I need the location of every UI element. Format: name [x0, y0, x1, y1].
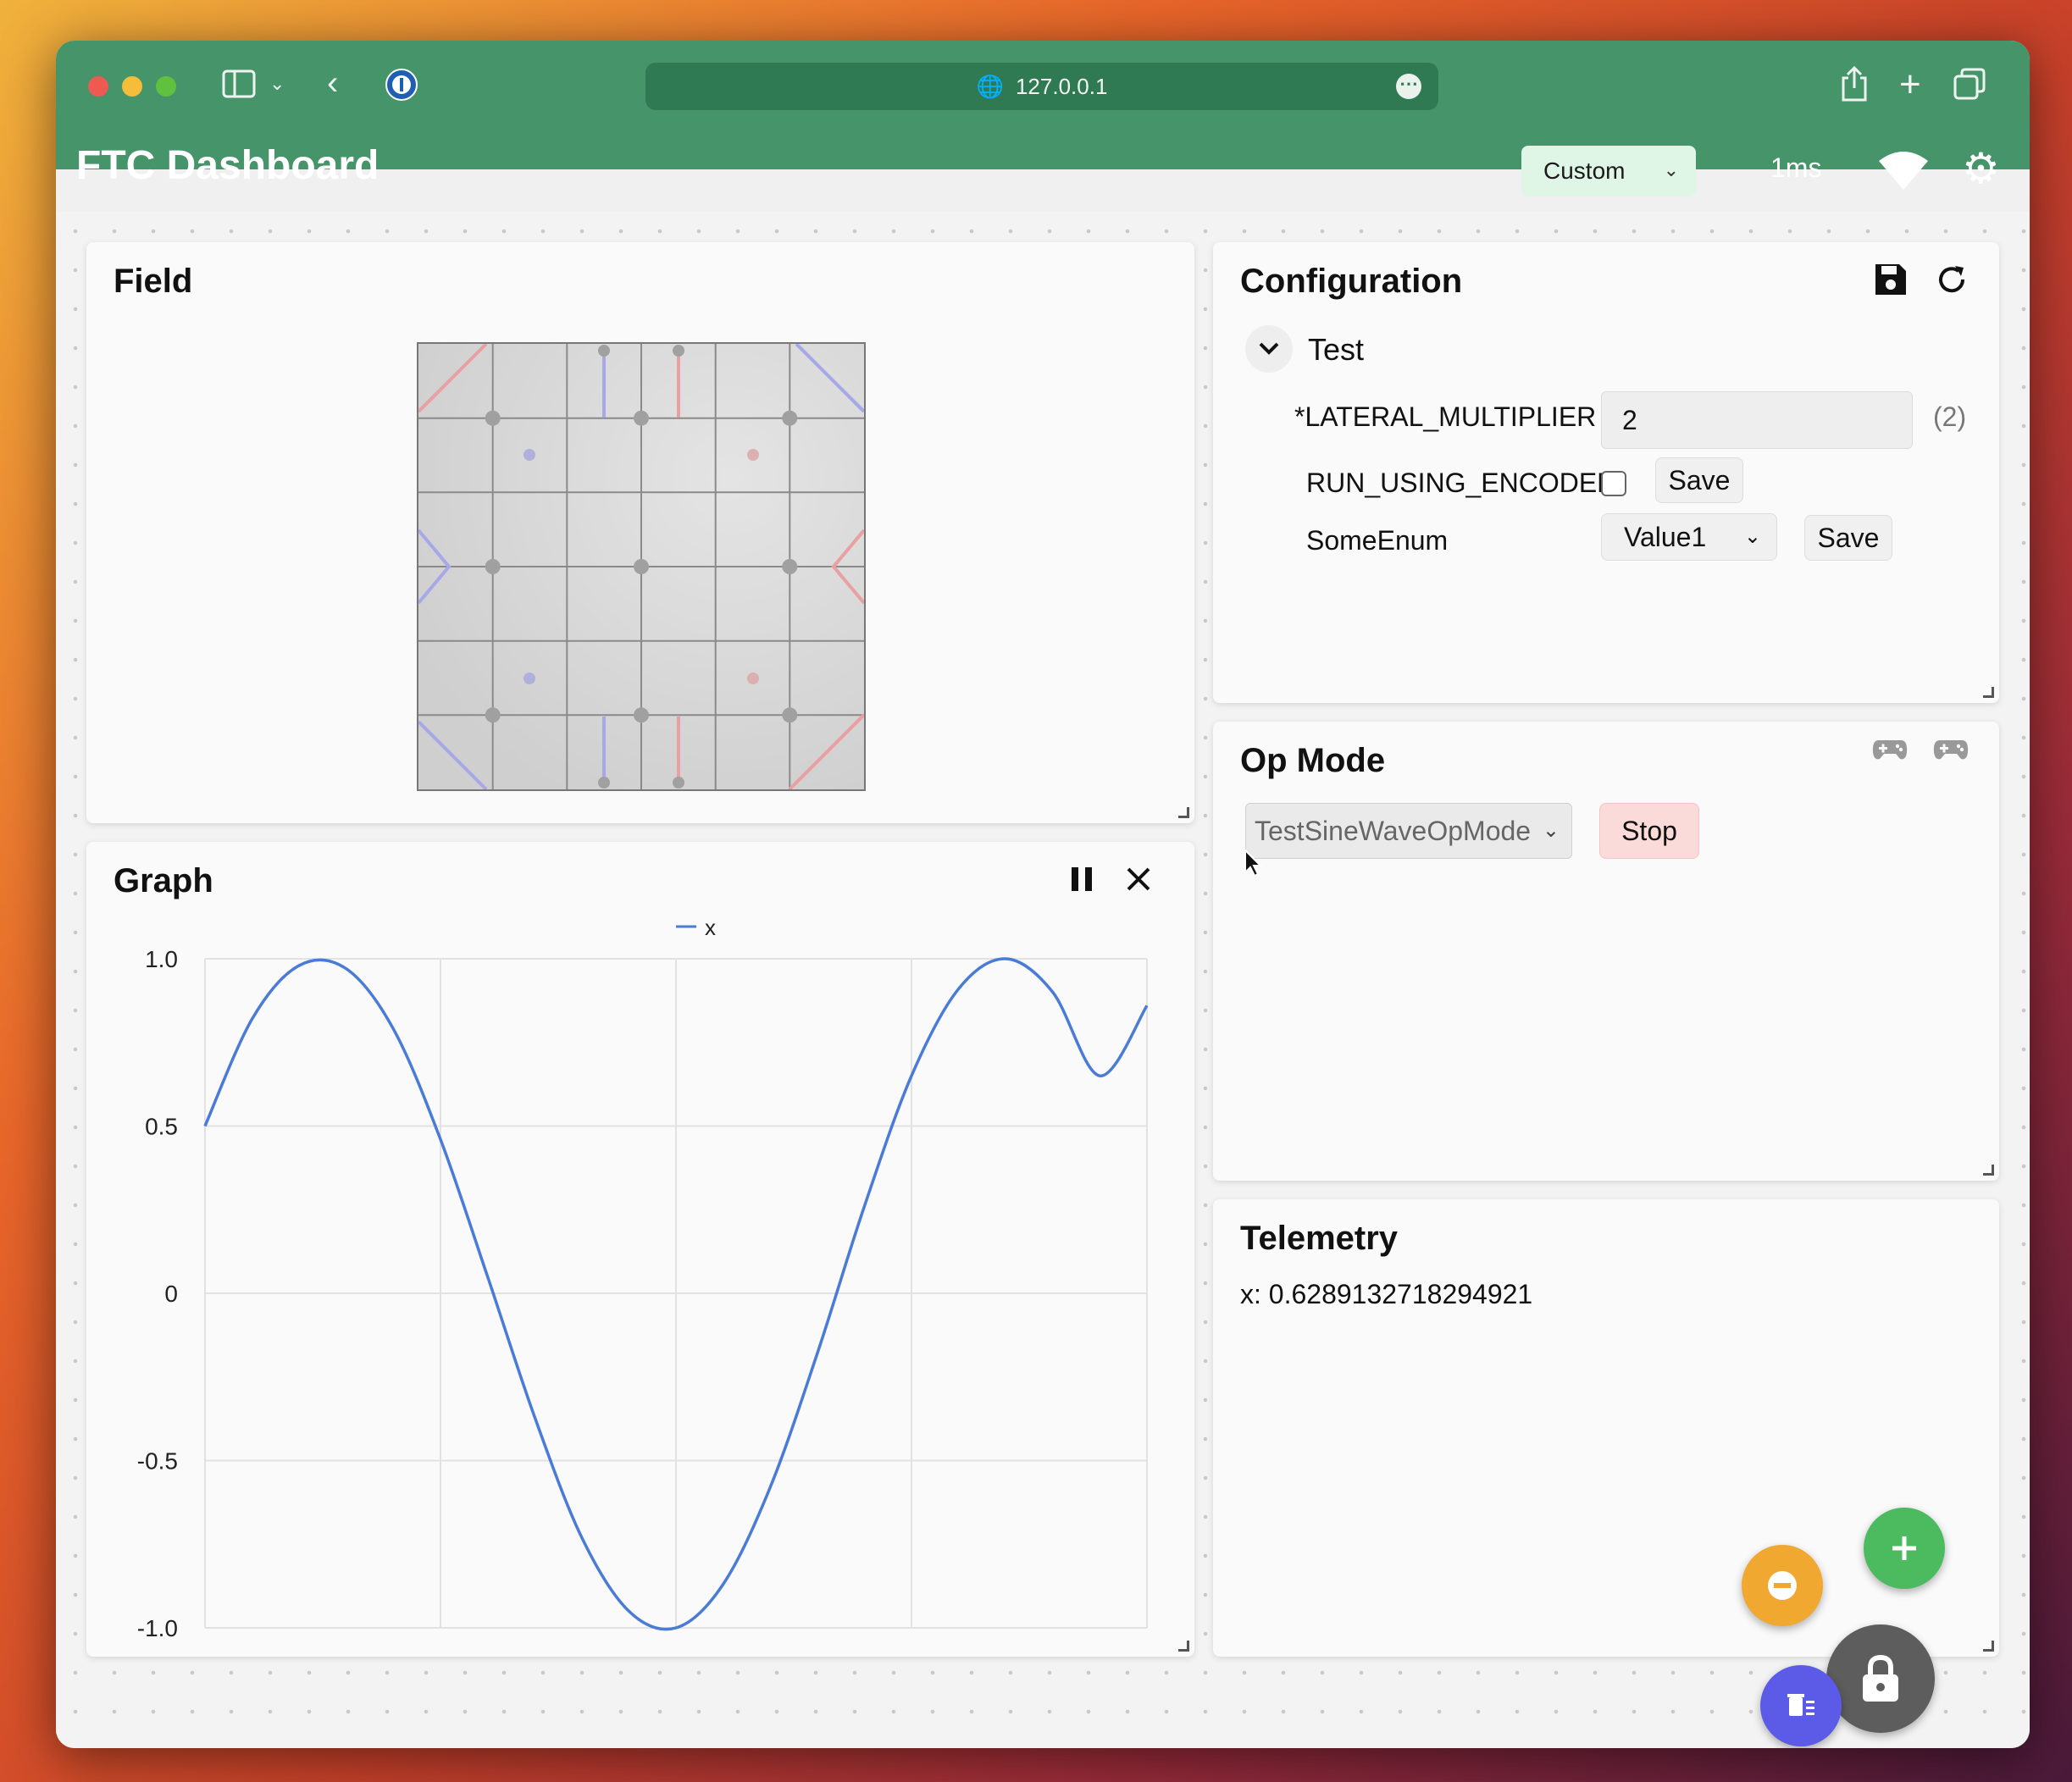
telemetry-panel-title: Telemetry [1240, 1220, 1399, 1257]
y-tick-label: -0.5 [137, 1448, 178, 1475]
y-tick-label: -1.0 [137, 1615, 178, 1641]
lateral-multiplier-current: (2) [1933, 401, 1967, 432]
lateral-multiplier-label: *LATERAL_MULTIPLIER [1294, 401, 1597, 432]
chevron-down-icon [1259, 342, 1279, 355]
chevron-down-icon: ⌄ [1542, 819, 1560, 842]
sidebar-toggle-icon[interactable] [222, 69, 256, 103]
configuration-panel-title: Configuration [1240, 263, 1463, 300]
run-using-encoder-label: RUN_USING_ENCODER [1306, 468, 1617, 498]
mouse-cursor-icon [1244, 848, 1263, 881]
field-panel-title: Field [114, 263, 193, 300]
browser-window: ⌄ ‹ 🌐 127.0.0.1 ⋯ + FTC Dashboard Custom… [56, 41, 2030, 1748]
field-map [417, 342, 866, 791]
remove-panel-button[interactable] [1742, 1545, 1823, 1626]
sine-line-chart: 1.0 0.5 0 -0.5 -1.0 x [137, 915, 1149, 1641]
url-text: 127.0.0.1 [1015, 73, 1108, 99]
graph-panel: Graph 1.0 0.5 0 -0.5 -1.0 x [86, 842, 1194, 1657]
resize-handle[interactable] [1983, 1165, 1994, 1176]
plus-icon [1892, 1536, 1916, 1560]
layout-select-value: Custom [1543, 158, 1626, 184]
gamepad-icon [1933, 737, 1969, 766]
field-panel: Field [86, 242, 1194, 823]
share-icon[interactable] [1840, 65, 1869, 107]
lock-layout-button[interactable] [1826, 1624, 1935, 1733]
gear-icon[interactable]: ⚙ [1962, 147, 2000, 190]
lateral-multiplier-input[interactable]: 2 [1601, 391, 1913, 449]
chevron-down-icon[interactable]: ⌄ [269, 75, 285, 93]
opmode-select[interactable]: TestSineWaveOpMode ⌄ [1245, 803, 1572, 859]
y-tick-label: 0 [164, 1281, 178, 1307]
opmode-panel-title: Op Mode [1240, 742, 1386, 779]
zoom-window-button[interactable] [156, 76, 176, 97]
title-bar: ⌄ ‹ 🌐 127.0.0.1 ⋯ + [56, 41, 2030, 129]
config-group-label: Test [1308, 332, 1365, 367]
encoder-save-button[interactable]: Save [1655, 457, 1743, 503]
chevron-down-icon: ⌄ [1743, 525, 1761, 548]
stop-button[interactable]: Stop [1599, 803, 1699, 859]
clear-all-icon [1787, 1694, 1814, 1716]
opmode-select-value: TestSineWaveOpMode [1255, 816, 1532, 846]
some-enum-select[interactable]: Value1 ⌄ [1601, 513, 1777, 561]
latency-readout: 1ms [1770, 152, 1822, 183]
telemetry-line: x: 0.6289132718294921 [1240, 1279, 1533, 1309]
more-options-icon[interactable]: ⋯ [1396, 74, 1421, 99]
tab-overview-icon[interactable] [1953, 68, 1986, 105]
y-tick-label: 0.5 [145, 1114, 178, 1140]
some-enum-value: Value1 [1624, 522, 1707, 552]
browser-chrome: ⌄ ‹ 🌐 127.0.0.1 ⋯ + FTC Dashboard Custom… [56, 41, 2030, 196]
address-bar[interactable]: 🌐 127.0.0.1 ⋯ [645, 63, 1438, 110]
dashboard-content: Field Graph 1.0 0.5 0 -0.5 -1.0 x Config… [56, 212, 2030, 1748]
clear-layout-button[interactable] [1760, 1665, 1842, 1746]
configuration-panel: Configuration Test *LATERAL_MULTIPLIER 2… [1213, 242, 1999, 703]
app-title: FTC Dashboard [76, 143, 379, 188]
run-using-encoder-checkbox[interactable] [1601, 471, 1626, 496]
resize-handle[interactable] [1178, 807, 1189, 818]
minus-circle-icon [1768, 1571, 1797, 1600]
globe-icon: 🌐 [976, 73, 1004, 99]
telemetry-panel: Telemetry x: 0.6289132718294921 [1213, 1199, 1999, 1657]
minimize-window-button[interactable] [122, 76, 142, 97]
field-grid-svg [417, 342, 866, 791]
wifi-icon [1877, 149, 1930, 196]
resize-handle[interactable] [1983, 1641, 1994, 1652]
refresh-icon[interactable] [1935, 263, 1969, 300]
some-enum-label: SomeEnum [1306, 525, 1449, 556]
close-window-button[interactable] [88, 76, 108, 97]
new-tab-icon[interactable]: + [1899, 66, 1921, 103]
opmode-panel: Op Mode TestSineWaveOpMode ⌄ Stop [1213, 722, 1999, 1181]
chevron-down-icon: ⌄ [1663, 159, 1679, 180]
back-arrow-icon[interactable]: ‹ [327, 66, 338, 100]
legend-label: x [705, 915, 716, 940]
collapse-group-button[interactable] [1245, 325, 1293, 373]
y-tick-label: 1.0 [145, 946, 178, 972]
password-manager-icon[interactable] [385, 68, 418, 107]
lock-icon [1863, 1654, 1898, 1702]
resize-handle[interactable] [1983, 687, 1994, 698]
add-panel-button[interactable] [1864, 1508, 1945, 1589]
gamepad-icon [1872, 737, 1908, 766]
layout-select[interactable]: Custom ⌄ [1521, 146, 1696, 196]
enum-save-button[interactable]: Save [1804, 515, 1892, 561]
floppy-disk-icon[interactable] [1874, 263, 1908, 300]
resize-handle[interactable] [1178, 1641, 1189, 1652]
